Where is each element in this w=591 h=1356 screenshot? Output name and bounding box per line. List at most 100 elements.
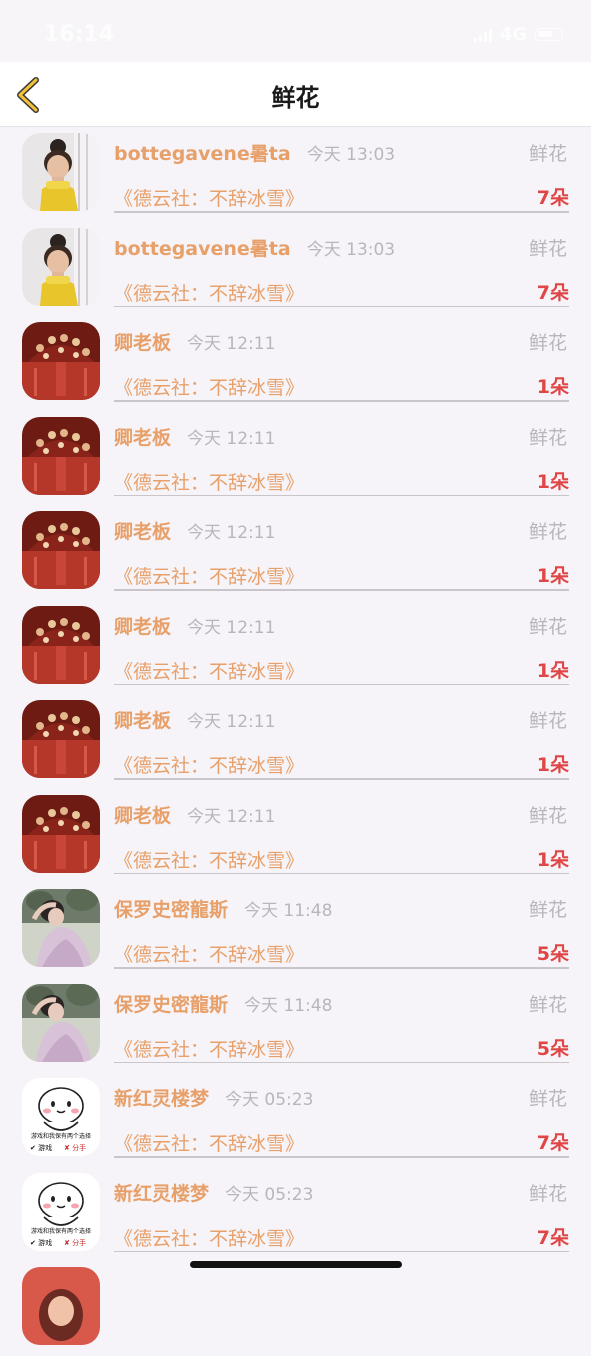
list-item[interactable]: 卿老板 今天 12:11 鲜花 《德云社：不辞冰雪》 1朵 — [0, 316, 591, 411]
avatar-image — [22, 794, 100, 873]
avatar-meme-text: ✘ 分手 — [64, 1143, 86, 1152]
avatar-image — [22, 605, 100, 684]
avatar-meme-text: ✔ 游戏 — [30, 1143, 52, 1152]
avatar-image: 游戏和我保有两个选择 ✔ 游戏 ✘ 分手 — [22, 1078, 100, 1156]
work-title-link[interactable]: 《德云社：不辞冰雪》 — [114, 846, 304, 873]
sender-name-label: 卿老板 — [114, 804, 172, 827]
avatar[interactable]: 游戏和我保有两个选择 ✔ 游戏 ✘ 分手 — [22, 1078, 100, 1156]
avatar-image — [22, 511, 100, 589]
work-title-link[interactable]: 《德云社：不辞冰雪》 — [114, 184, 304, 211]
sender-name-label: 卿老板 — [114, 426, 172, 449]
work-title-link[interactable]: 《德云社：不辞冰雪》 — [114, 1129, 304, 1156]
sender-name: 新红灵楼梦 今天 05:23 — [114, 1179, 313, 1206]
list-item[interactable]: bottegavene暑ta 今天 13:03 鲜花 《德云社：不辞冰雪》 7朵 — [0, 127, 591, 222]
work-title-link[interactable]: 《德云社：不辞冰雪》 — [114, 1035, 304, 1062]
send-time: 今天 12:11 — [187, 617, 276, 638]
avatar-image — [22, 983, 100, 1062]
sender-name-label: 卿老板 — [114, 710, 172, 732]
list-item[interactable] — [0, 1261, 591, 1356]
avatar[interactable] — [22, 511, 100, 589]
sender-name-label: 卿老板 — [114, 615, 172, 638]
work-title-link[interactable]: 《德云社：不辞冰雪》 — [114, 468, 304, 495]
gift-count: 1朵 — [536, 848, 569, 871]
divider — [114, 305, 569, 307]
avatar[interactable] — [22, 1267, 100, 1345]
gift-type: 鲜花 — [528, 521, 567, 543]
avatar[interactable] — [22, 416, 100, 495]
work-title-link[interactable]: 《德云社：不辞冰雪》 — [114, 751, 304, 778]
sender-name-label: 新红灵楼梦 — [114, 1088, 210, 1110]
avatar[interactable] — [22, 700, 100, 778]
avatar-meme-text: 游戏和我保有两个选择 — [31, 1227, 91, 1235]
sender-name: 保罗史密龍斯 今天 11:48 — [114, 990, 332, 1017]
list-item[interactable]: 卿老板 今天 12:11 鲜花 《德云社：不辞冰雪》 1朵 — [0, 694, 591, 789]
gift-count: 1朵 — [536, 754, 569, 776]
avatar[interactable] — [22, 322, 100, 400]
gift-type: 鲜花 — [528, 237, 567, 260]
sender-name: 卿老板 今天 12:11 — [114, 801, 275, 828]
list-item[interactable]: 游戏和我保有两个选择 ✔ 游戏 ✘ 分手 新红灵楼梦 今天 05:23 鲜花 《德… — [0, 1167, 591, 1262]
list-item[interactable]: 卿老板 今天 12:11 鲜花 《德云社：不辞冰雪》 1朵 — [0, 411, 591, 506]
list-item[interactable]: 保罗史密龍斯 今天 11:48 鲜花 《德云社：不辞冰雪》 5朵 — [0, 978, 591, 1073]
sender-name: 卿老板 今天 12:11 — [114, 328, 275, 355]
work-title-link[interactable]: 《德云社：不辞冰雪》 — [114, 940, 304, 967]
avatar-image — [22, 1267, 100, 1345]
gift-count: 7朵 — [536, 187, 569, 209]
divider — [114, 1061, 569, 1063]
avatar-image — [22, 227, 100, 306]
nav-bar: 鲜花 — [0, 62, 591, 127]
send-time: 今天 12:11 — [187, 523, 276, 543]
divider — [114, 589, 569, 591]
avatar[interactable] — [22, 605, 100, 684]
gift-type: 鲜花 — [528, 804, 567, 827]
avatar[interactable] — [22, 983, 100, 1062]
work-title-link[interactable]: 《德云社：不辞冰雪》 — [114, 373, 304, 400]
gift-list: bottegavene暑ta 今天 13:03 鲜花 《德云社：不辞冰雪》 7朵 … — [0, 127, 591, 1356]
divider — [114, 683, 569, 685]
avatar-image — [22, 889, 100, 967]
list-item[interactable]: 卿老板 今天 12:11 鲜花 《德云社：不辞冰雪》 1朵 — [0, 600, 591, 695]
gift-type: 鲜花 — [528, 426, 567, 449]
send-time: 今天 11:48 — [244, 901, 333, 921]
send-time: 今天 11:48 — [244, 995, 333, 1016]
gift-type: 鲜花 — [528, 1182, 567, 1205]
avatar-image — [22, 700, 100, 778]
sender-name: bottegavene暑ta 今天 13:03 — [114, 234, 395, 261]
divider — [114, 778, 569, 780]
work-title-link[interactable]: 《德云社：不辞冰雪》 — [114, 279, 304, 306]
send-time: 今天 12:11 — [187, 712, 276, 732]
list-item[interactable]: bottegavene暑ta 今天 13:03 鲜花 《德云社：不辞冰雪》 7朵 — [0, 222, 591, 317]
send-time: 今天 05:23 — [225, 1184, 314, 1205]
avatar[interactable]: 游戏和我保有两个选择 ✔ 游戏 ✘ 分手 — [22, 1172, 100, 1251]
list-item[interactable]: 保罗史密龍斯 今天 11:48 鲜花 《德云社：不辞冰雪》 5朵 — [0, 883, 591, 978]
avatar[interactable] — [22, 889, 100, 967]
gift-count: 1朵 — [536, 659, 569, 682]
sender-name: 卿老板 今天 12:11 — [114, 706, 275, 733]
gift-type: 鲜花 — [528, 332, 567, 354]
sender-name: 卿老板 今天 12:11 — [114, 423, 275, 450]
home-indicator[interactable] — [190, 1261, 402, 1268]
gift-count: 1朵 — [536, 376, 569, 398]
sender-name-label: 保罗史密龍斯 — [114, 993, 229, 1016]
avatar[interactable] — [22, 227, 100, 306]
send-time: 今天 12:11 — [187, 428, 276, 449]
avatar-meme-text: 游戏和我保有两个选择 — [31, 1132, 91, 1140]
list-item[interactable]: 卿老板 今天 12:11 鲜花 《德云社：不辞冰雪》 1朵 — [0, 505, 591, 600]
sender-name: bottegavene暑ta 今天 13:03 — [114, 139, 395, 166]
avatar-image: 游戏和我保有两个选择 ✔ 游戏 ✘ 分手 — [22, 1172, 100, 1251]
gift-count: 5朵 — [536, 943, 569, 965]
avatar-meme-text: ✘ 分手 — [64, 1238, 86, 1247]
battery-icon — [535, 28, 563, 41]
avatar[interactable] — [22, 133, 100, 211]
status-time: 16:14 — [44, 22, 115, 47]
send-time: 今天 12:11 — [187, 334, 276, 354]
work-title-link[interactable]: 《德云社：不辞冰雪》 — [114, 657, 304, 684]
avatar[interactable] — [22, 794, 100, 873]
work-title-link[interactable]: 《德云社：不辞冰雪》 — [114, 562, 304, 589]
work-title-link[interactable]: 《德云社：不辞冰雪》 — [114, 1224, 304, 1251]
gift-count: 5朵 — [536, 1037, 569, 1060]
list-item[interactable]: 卿老板 今天 12:11 鲜花 《德云社：不辞冰雪》 1朵 — [0, 789, 591, 884]
sender-name-label: 新红灵楼梦 — [114, 1182, 210, 1205]
list-item[interactable]: 游戏和我保有两个选择 ✔ 游戏 ✘ 分手 新红灵楼梦 今天 05:23 鲜花 《德… — [0, 1072, 591, 1167]
sender-name — [114, 1273, 130, 1295]
